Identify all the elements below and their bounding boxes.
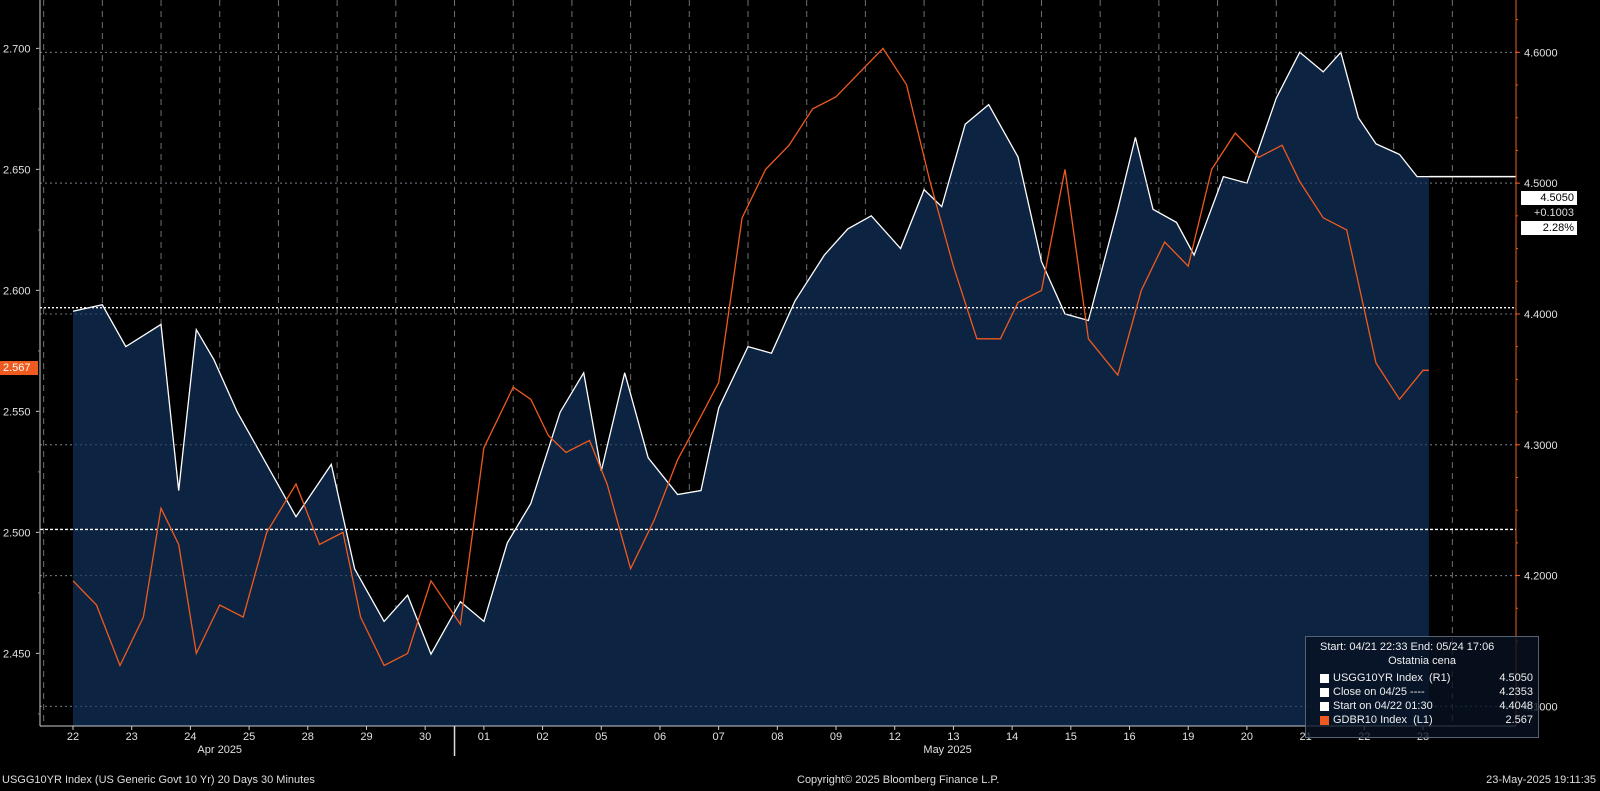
x-tick-label: 16 <box>1123 731 1135 743</box>
x-tick-label: 15 <box>1065 731 1077 743</box>
legend-value: 4.5050 <box>1499 672 1533 684</box>
footer-copyright: Copyright© 2025 Bloomberg Finance L.P. <box>797 774 1000 786</box>
legend-swatch <box>1320 673 1329 683</box>
x-tick-label: 19 <box>1182 731 1194 743</box>
month-label-april: Apr 2025 <box>197 744 242 756</box>
x-tick-label: 14 <box>1006 731 1018 743</box>
left-tick-label: 2.700 <box>3 43 31 55</box>
legend-label: USGG10YR Index (R1) <box>1333 672 1451 684</box>
footer-timestamp: 23-May-2025 19:11:35 <box>1486 774 1596 786</box>
last-price-right: 4.5050 <box>1521 191 1577 205</box>
x-tick-label: 22 <box>67 731 79 743</box>
footer-left-text: USGG10YR Index (US Generic Govt 10 Yr) 2… <box>2 774 315 786</box>
right-tick-label: 4.5000 <box>1524 178 1558 190</box>
legend-row-start: Start on 04/22 01:30 4.4048 <box>1312 699 1533 713</box>
legend-box: Start: 04/21 22:33 End: 05/24 17:06 Osta… <box>1305 636 1539 738</box>
legend-subtitle: Ostatnia cena <box>1388 655 1456 667</box>
x-tick-label: 20 <box>1241 731 1253 743</box>
x-tick-label: 24 <box>184 731 196 743</box>
x-tick-label: 06 <box>654 731 666 743</box>
change-right: +0.1003 <box>1533 207 1574 219</box>
legend-header: Start: 04/21 22:33 End: 05/24 17:06 <box>1320 641 1495 653</box>
legend-row-close: Close on 04/25 ---- 4.2353 <box>1312 685 1533 699</box>
x-tick-label: 02 <box>536 731 548 743</box>
x-tick-label: 29 <box>360 731 372 743</box>
right-tick-label: 4.6000 <box>1524 47 1558 59</box>
right-tick-label: 4.4000 <box>1524 309 1558 321</box>
x-tick-label: 09 <box>830 731 842 743</box>
right-tick-label: 4.3000 <box>1524 440 1558 452</box>
month-label-may: May 2025 <box>923 744 971 756</box>
legend-value: 4.2353 <box>1499 686 1533 698</box>
x-tick-label: 25 <box>243 731 255 743</box>
left-tick-label: 2.500 <box>3 527 31 539</box>
usgg10yr-area <box>73 52 1429 727</box>
x-tick-label: 13 <box>947 731 959 743</box>
x-tick-label: 05 <box>595 731 607 743</box>
last-price-left: 2.567 <box>0 361 38 375</box>
left-tick-label: 2.650 <box>3 164 31 176</box>
right-tick-label: 4.2000 <box>1524 571 1558 583</box>
legend-swatch <box>1320 715 1329 725</box>
left-tick-label: 2.550 <box>3 406 31 418</box>
x-tick-label: 23 <box>126 731 138 743</box>
x-tick-label: 12 <box>889 731 901 743</box>
legend-value: 4.4048 <box>1499 700 1533 712</box>
x-tick-label: 28 <box>302 731 314 743</box>
pct-right: 2.28% <box>1521 221 1577 235</box>
legend-swatch <box>1320 687 1329 697</box>
legend-row-gdbr: GDBR10 Index (L1) 2.567 <box>1312 713 1533 727</box>
legend-row-usgg: USGG10YR Index (R1) 4.5050 <box>1312 671 1533 685</box>
legend-swatch <box>1320 701 1329 711</box>
x-tick-label: 30 <box>419 731 431 743</box>
legend-value: 2.567 <box>1505 714 1533 726</box>
legend-label: GDBR10 Index (L1) <box>1333 714 1433 726</box>
left-tick-label: 2.600 <box>3 285 31 297</box>
x-tick-label: 08 <box>771 731 783 743</box>
legend-label: Start on 04/22 01:30 <box>1333 700 1433 712</box>
x-tick-label: 01 <box>478 731 490 743</box>
x-tick-label: 07 <box>713 731 725 743</box>
left-tick-label: 2.450 <box>3 648 31 660</box>
legend-label: Close on 04/25 ---- <box>1333 686 1425 698</box>
